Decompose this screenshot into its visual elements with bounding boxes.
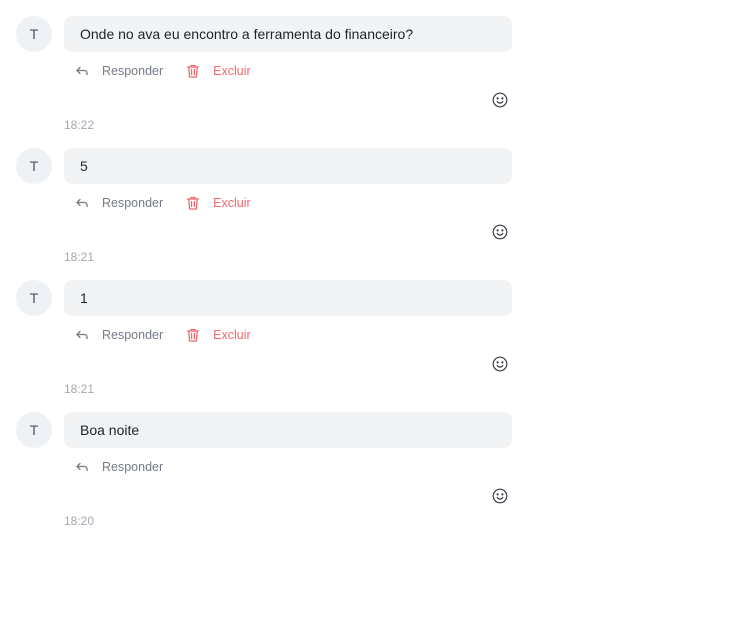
reply-button[interactable]: Responder [64,195,163,211]
reply-arrow-icon [74,327,90,343]
message-timestamp: 18:20 [64,514,95,528]
message-bubble: 1 [64,280,512,316]
message-item: T Boa noite Responder 18:20 [0,396,736,528]
message-bubble: Boa noite [64,412,512,448]
message-actions: Responder Excluir [64,192,273,214]
reply-label: Responder [102,64,164,78]
message-item: T 1 Responder Excluir 18:21 [0,264,736,396]
reply-arrow-icon [74,459,90,475]
trash-icon [185,195,201,211]
smiley-icon[interactable] [491,355,509,373]
reply-button[interactable]: Responder [64,327,163,343]
delete-label: Excluir [213,64,251,78]
message-bubble: Onde no ava eu encontro a ferramenta do … [64,16,512,52]
smiley-icon[interactable] [491,223,509,241]
reply-label: Responder [102,196,164,210]
message-item: T 5 Responder Excluir 18:21 [0,132,736,264]
trash-icon [185,327,201,343]
reply-arrow-icon [74,195,90,211]
delete-label: Excluir [213,328,251,342]
trash-icon [185,63,201,79]
delete-label: Excluir [213,196,251,210]
smiley-icon[interactable] [491,487,509,505]
message-item: T Onde no ava eu encontro a ferramenta do… [0,0,736,132]
avatar: T [16,412,52,448]
message-timestamp: 18:21 [64,382,95,396]
avatar: T [16,16,52,52]
avatar: T [16,280,52,316]
message-actions: Responder Excluir [64,60,273,82]
smiley-icon[interactable] [491,91,509,109]
message-bubble: 5 [64,148,512,184]
reply-label: Responder [102,328,164,342]
delete-button[interactable]: Excluir [185,63,251,79]
reply-label: Responder [102,460,164,474]
message-actions: Responder [64,456,185,478]
reply-button[interactable]: Responder [64,63,163,79]
comment-feed: T Onde no ava eu encontro a ferramenta do… [0,0,736,637]
message-actions: Responder Excluir [64,324,273,346]
message-timestamp: 18:21 [64,250,95,264]
delete-button[interactable]: Excluir [185,195,251,211]
avatar: T [16,148,52,184]
delete-button[interactable]: Excluir [185,327,251,343]
reply-arrow-icon [74,63,90,79]
reply-button[interactable]: Responder [64,459,163,475]
message-timestamp: 18:22 [64,118,95,132]
